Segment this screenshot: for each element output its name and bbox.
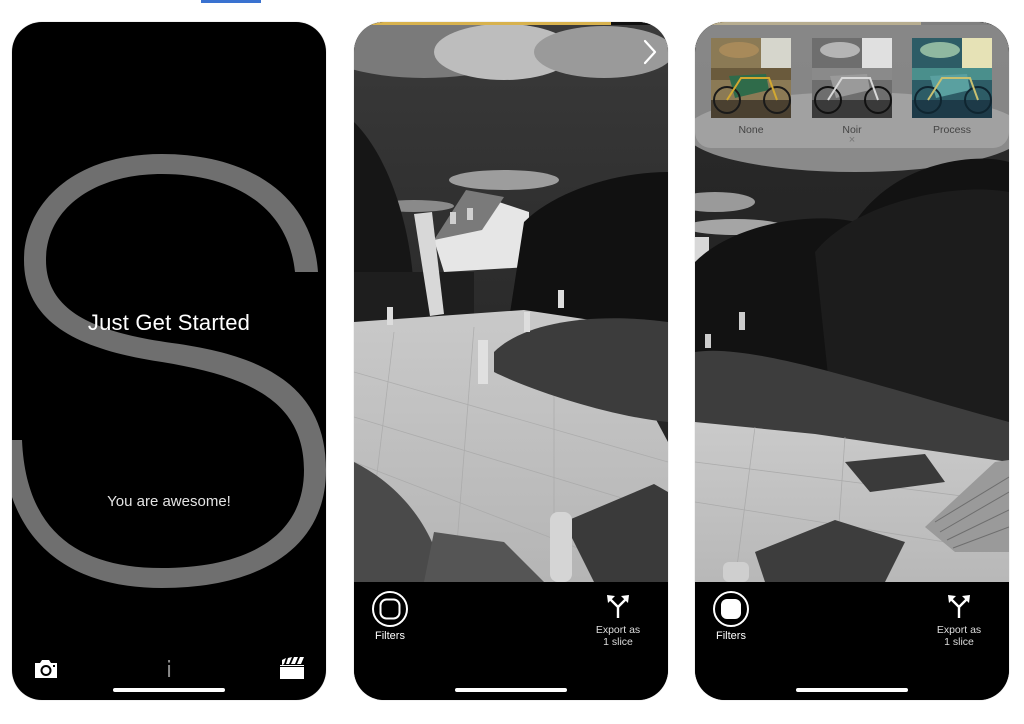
bottom-toolbar: Filters Export as 1 slice xyxy=(354,582,668,700)
phone-photo-filters-screen: None Noir Process × Filters Export as 1 … xyxy=(695,22,1009,700)
phone-photo-preview-screen: Filters Export as 1 slice xyxy=(354,22,668,700)
home-indicator[interactable] xyxy=(796,688,908,692)
export-label-line1: Export as xyxy=(595,624,641,636)
split-arrow-icon xyxy=(948,595,970,618)
background-letter-s xyxy=(12,154,326,588)
filter-picker-panel: None Noir Process × xyxy=(695,22,1009,148)
export-label-line2: 1 slice xyxy=(603,636,633,648)
welcome-title: Just Get Started xyxy=(87,310,251,335)
filters-outline-icon xyxy=(372,591,408,627)
filter-label-none: None xyxy=(738,124,764,136)
home-indicator[interactable] xyxy=(455,688,567,692)
filters-button[interactable]: Filters xyxy=(370,590,410,642)
export-label-line2: 1 slice xyxy=(944,636,974,648)
filter-thumbnail-noir xyxy=(812,38,892,118)
filter-label-process: Process xyxy=(933,124,971,136)
filter-option-process[interactable]: Process xyxy=(912,38,992,136)
filter-option-none[interactable]: None xyxy=(711,38,791,136)
story-progress-track xyxy=(354,22,668,25)
info-icon[interactable]: i xyxy=(162,658,176,683)
export-button[interactable]: Export as 1 slice xyxy=(929,592,989,648)
phone-welcome-screen: Just Get Started You are awesome! i xyxy=(12,22,326,700)
camera-icon[interactable] xyxy=(33,658,59,680)
filter-thumbnail-none xyxy=(711,38,791,118)
filters-button[interactable]: Filters xyxy=(711,590,751,642)
filters-label: Filters xyxy=(375,630,405,642)
clapperboard-icon[interactable] xyxy=(279,656,305,680)
page-indicator xyxy=(201,0,261,3)
filters-filled-icon xyxy=(713,591,749,627)
home-indicator[interactable] xyxy=(113,688,225,692)
bottom-toolbar: Filters Export as 1 slice xyxy=(695,582,1009,700)
photo-garden-bw xyxy=(354,22,668,582)
export-button[interactable]: Export as 1 slice xyxy=(588,592,648,648)
chevron-right-icon[interactable] xyxy=(642,38,658,66)
export-label-line1: Export as xyxy=(936,624,982,636)
filter-thumbnail-process xyxy=(912,38,992,118)
story-progress-fill xyxy=(354,22,612,25)
close-filters-icon[interactable]: × xyxy=(845,134,859,146)
split-arrow-icon xyxy=(607,595,629,618)
filter-option-noir[interactable]: Noir xyxy=(812,38,892,136)
welcome-subtitle: You are awesome! xyxy=(107,493,231,510)
filters-label: Filters xyxy=(716,630,746,642)
